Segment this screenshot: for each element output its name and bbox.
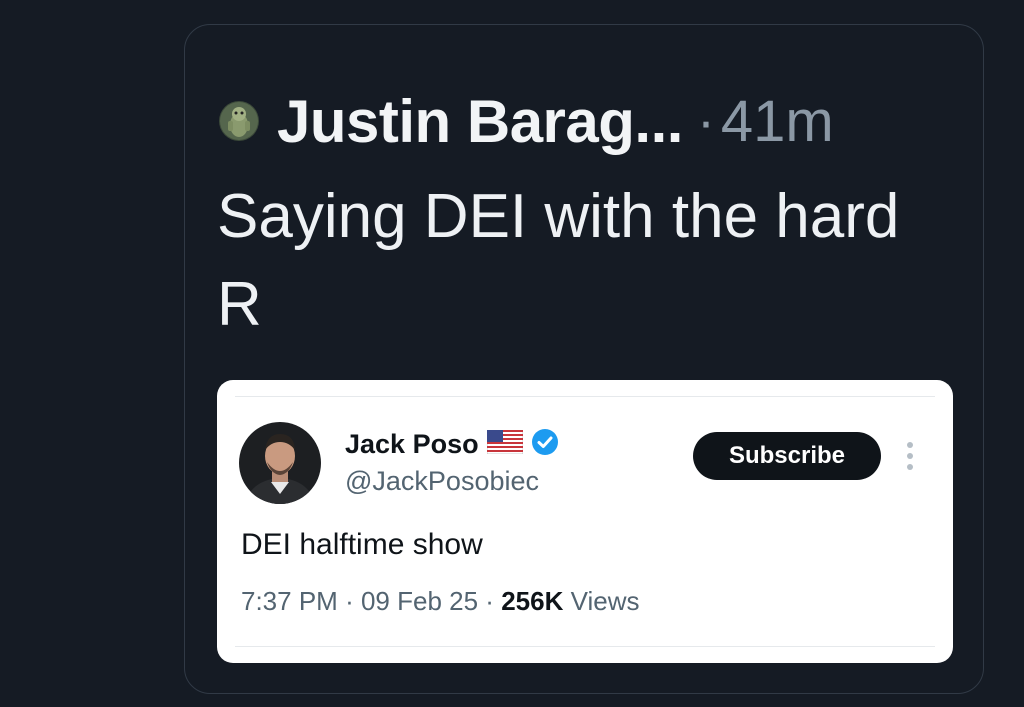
divider [235, 396, 935, 397]
post-time[interactable]: 41m [721, 88, 834, 155]
verified-badge-icon [531, 428, 559, 461]
quoted-post-meta: 7:37 PM · 09 Feb 25 · 256K Views [241, 586, 639, 617]
views-count: 256K [501, 586, 564, 616]
quoted-author-row: Jack Poso [345, 428, 559, 461]
quoted-author-name[interactable]: Jack Poso [345, 429, 479, 460]
quoted-post-date[interactable]: 09 Feb 25 [361, 586, 478, 616]
more-options-icon[interactable] [905, 440, 915, 472]
divider [235, 646, 935, 647]
separator-dot: · [345, 586, 354, 616]
subscribe-button[interactable]: Subscribe [693, 432, 881, 480]
separator-dot: · [696, 91, 715, 151]
post-card[interactable]: Justin Barag... · 41m Saying DEI with th… [184, 24, 984, 694]
post-header: Justin Barag... · 41m [219, 81, 834, 161]
post-text: Saying DEI with the hard R [217, 182, 900, 339]
us-flag-icon [486, 429, 523, 459]
author-name[interactable]: Justin Barag... [277, 87, 683, 156]
quoted-post-time[interactable]: 7:37 PM [241, 586, 338, 616]
author-avatar-icon[interactable] [219, 101, 259, 141]
quoted-post-text: DEI halftime show [241, 528, 483, 561]
views-label: Views [570, 586, 640, 616]
quoted-author-avatar[interactable] [239, 422, 321, 504]
quoted-author-handle[interactable]: @JackPosobiec [345, 466, 539, 497]
separator-dot: · [485, 586, 494, 616]
quoted-post-card[interactable]: Jack Poso @JackPosobiec Subscribe DEI ha… [217, 380, 953, 663]
